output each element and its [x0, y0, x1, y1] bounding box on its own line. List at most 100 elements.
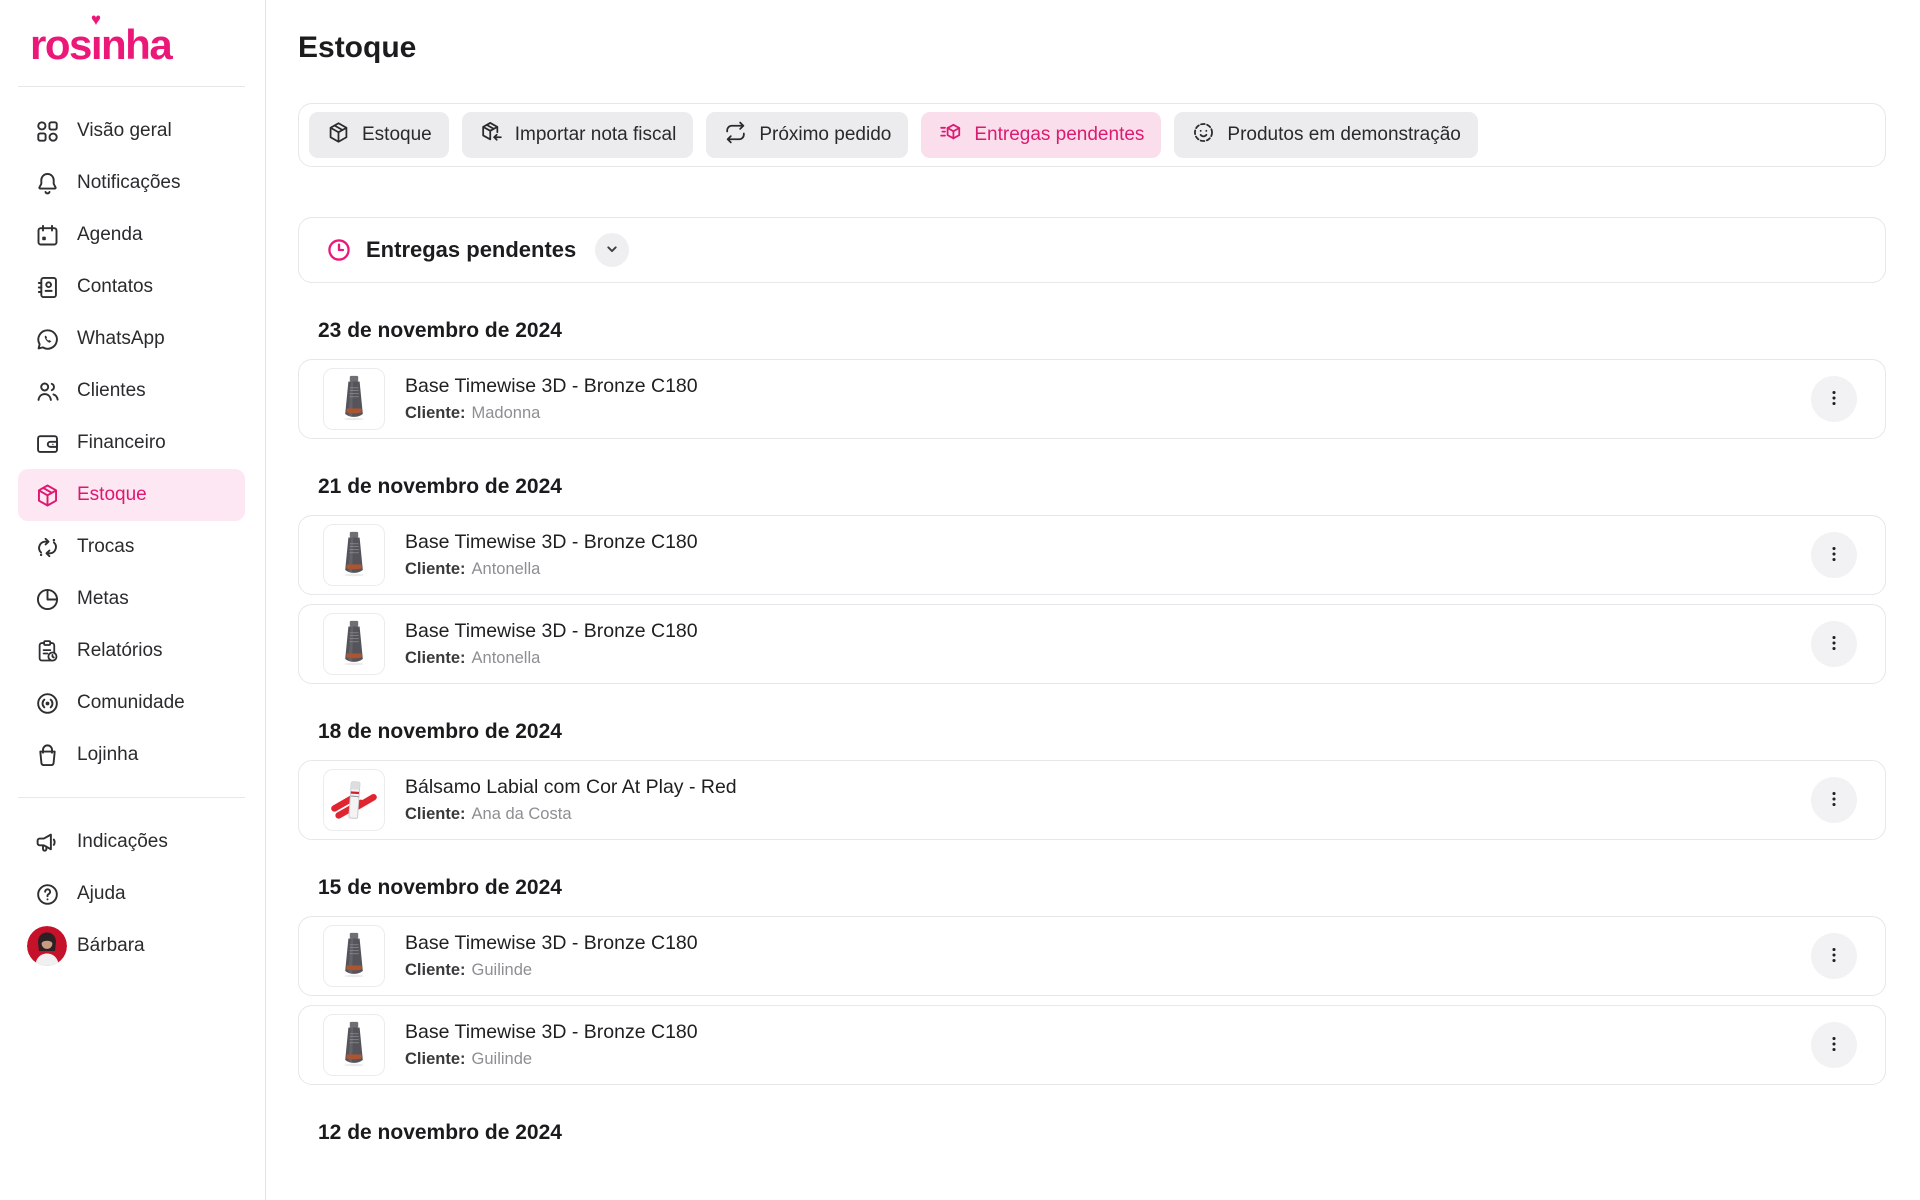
list-filter: Entregas pendentes	[298, 217, 1886, 283]
smiley-icon	[1191, 120, 1216, 151]
app-window: rosı♥nha Visão geral Notificações Agenda…	[0, 0, 1920, 1200]
report-icon	[34, 638, 61, 665]
sidebar-item-ajuda[interactable]: Ajuda	[18, 868, 245, 920]
sidebar-secondary-nav: Indicações Ajuda Bárbara	[0, 816, 265, 972]
tab-entregas-pendentes[interactable]: Entregas pendentes	[921, 112, 1161, 158]
delivery-card[interactable]: Base Timewise 3D - Bronze C180 Cliente:A…	[298, 604, 1886, 684]
sidebar-item-lojinha[interactable]: Lojinha	[18, 729, 245, 781]
sidebar-item-clientes[interactable]: Clientes	[18, 365, 245, 417]
client-line: Cliente:Guilinde	[405, 1050, 1811, 1069]
toolbar: Estoque Importar nota fiscal Próximo ped…	[298, 103, 1886, 167]
help-icon	[34, 881, 61, 908]
client-name: Antonella	[472, 649, 541, 667]
bell-icon	[34, 170, 61, 197]
client-line: Cliente:Antonella	[405, 649, 1811, 668]
date-section: 15 de novembro de 2024 Base Timewise 3D …	[298, 876, 1886, 1085]
product-thumbnail-lip-balm	[323, 769, 385, 831]
product-name: Base Timewise 3D - Bronze C180	[405, 932, 1811, 955]
sidebar-item-visao-geral[interactable]: Visão geral	[18, 105, 245, 157]
kebab-icon	[1823, 632, 1845, 657]
box-list-icon	[938, 120, 963, 151]
sidebar-item-contatos[interactable]: Contatos	[18, 261, 245, 313]
client-name: Madonna	[472, 404, 541, 422]
card-menu-button[interactable]	[1811, 532, 1857, 578]
pie-chart-icon	[34, 586, 61, 613]
client-name: Antonella	[472, 560, 541, 578]
client-name: Ana da Costa	[472, 805, 572, 823]
kebab-icon	[1823, 788, 1845, 813]
product-thumbnail-foundation-tube	[323, 925, 385, 987]
date-section: 12 de novembro de 2024	[298, 1121, 1886, 1145]
delivery-card[interactable]: Bálsamo Labial com Cor At Play - Red Cli…	[298, 760, 1886, 840]
delivery-card[interactable]: Base Timewise 3D - Bronze C180 Cliente:A…	[298, 515, 1886, 595]
sidebar-item-indicacoes[interactable]: Indicações	[18, 816, 245, 868]
tab-importar-nota-fiscal[interactable]: Importar nota fiscal	[462, 112, 694, 158]
filter-dropdown-button[interactable]	[595, 233, 629, 267]
cube-icon	[326, 120, 351, 151]
product-thumbnail-foundation-tube	[323, 1014, 385, 1076]
sidebar-item-notificacoes[interactable]: Notificações	[18, 157, 245, 209]
client-label: Cliente:	[405, 1050, 466, 1068]
shopping-bag-icon	[34, 742, 61, 769]
client-label: Cliente:	[405, 404, 466, 422]
section-date-heading: 15 de novembro de 2024	[318, 876, 1886, 900]
sidebar-item-estoque[interactable]: Estoque	[18, 469, 245, 521]
card-menu-button[interactable]	[1811, 376, 1857, 422]
date-section: 23 de novembro de 2024 Base Timewise 3D …	[298, 319, 1886, 439]
sidebar-item-financeiro[interactable]: Financeiro	[18, 417, 245, 469]
megaphone-icon	[34, 829, 61, 856]
chevron-down-icon	[602, 239, 622, 262]
section-date-heading: 12 de novembro de 2024	[318, 1121, 1886, 1145]
card-menu-button[interactable]	[1811, 621, 1857, 667]
card-menu-button[interactable]	[1811, 1022, 1857, 1068]
delivery-card[interactable]: Base Timewise 3D - Bronze C180 Cliente:G…	[298, 1005, 1886, 1085]
client-name: Guilinde	[472, 961, 533, 979]
sidebar-item-metas[interactable]: Metas	[18, 573, 245, 625]
clock-icon	[325, 236, 353, 264]
grid-icon	[34, 118, 61, 145]
tab-estoque[interactable]: Estoque	[309, 112, 449, 158]
heart-icon: ♥	[91, 11, 101, 28]
page-title: Estoque	[298, 26, 1886, 70]
tab-produtos-em-demonstracao[interactable]: Produtos em demonstração	[1174, 112, 1477, 158]
swap-icon	[34, 534, 61, 561]
product-name: Base Timewise 3D - Bronze C180	[405, 375, 1811, 398]
sidebar-user[interactable]: Bárbara	[18, 920, 245, 972]
sidebar-item-agenda[interactable]: Agenda	[18, 209, 245, 261]
product-name: Base Timewise 3D - Bronze C180	[405, 620, 1811, 643]
client-line: Cliente:Ana da Costa	[405, 805, 1811, 824]
sidebar: rosı♥nha Visão geral Notificações Agenda…	[0, 0, 266, 1200]
client-line: Cliente:Guilinde	[405, 961, 1811, 980]
sidebar-divider	[18, 797, 245, 798]
sidebar-item-trocas[interactable]: Trocas	[18, 521, 245, 573]
date-section: 21 de novembro de 2024 Base Timewise 3D …	[298, 475, 1886, 684]
client-line: Cliente: Madonna	[405, 404, 1811, 423]
card-menu-button[interactable]	[1811, 933, 1857, 979]
calendar-icon	[34, 222, 61, 249]
product-name: Bálsamo Labial com Cor At Play - Red	[405, 776, 1811, 799]
tab-proximo-pedido[interactable]: Próximo pedido	[706, 112, 908, 158]
address-book-icon	[34, 274, 61, 301]
delivery-card[interactable]: Base Timewise 3D - Bronze C180 Cliente:G…	[298, 916, 1886, 996]
sidebar-item-whatsapp[interactable]: WhatsApp	[18, 313, 245, 365]
sidebar-item-relatorios[interactable]: Relatórios	[18, 625, 245, 677]
repeat-icon	[723, 120, 748, 151]
filter-selected-label: Entregas pendentes	[366, 237, 576, 263]
date-section: 18 de novembro de 2024 Bálsamo Labial co…	[298, 720, 1886, 840]
section-date-heading: 21 de novembro de 2024	[318, 475, 1886, 499]
card-menu-button[interactable]	[1811, 777, 1857, 823]
user-avatar	[27, 926, 67, 966]
cube-icon	[34, 482, 61, 509]
product-name: Base Timewise 3D - Bronze C180	[405, 1021, 1811, 1044]
delivery-card[interactable]: Base Timewise 3D - Bronze C180 Cliente: M…	[298, 359, 1886, 439]
section-date-heading: 18 de novembro de 2024	[318, 720, 1886, 744]
client-line: Cliente:Antonella	[405, 560, 1811, 579]
product-thumbnail-foundation-tube	[323, 368, 385, 430]
sidebar-item-comunidade[interactable]: Comunidade	[18, 677, 245, 729]
sidebar-divider	[18, 86, 245, 87]
product-name: Base Timewise 3D - Bronze C180	[405, 531, 1811, 554]
main-content: Estoque Estoque Importar nota fiscal Pró…	[266, 0, 1920, 1200]
whatsapp-icon	[34, 326, 61, 353]
kebab-icon	[1823, 543, 1845, 568]
brand-logo[interactable]: rosı♥nha	[30, 24, 265, 66]
